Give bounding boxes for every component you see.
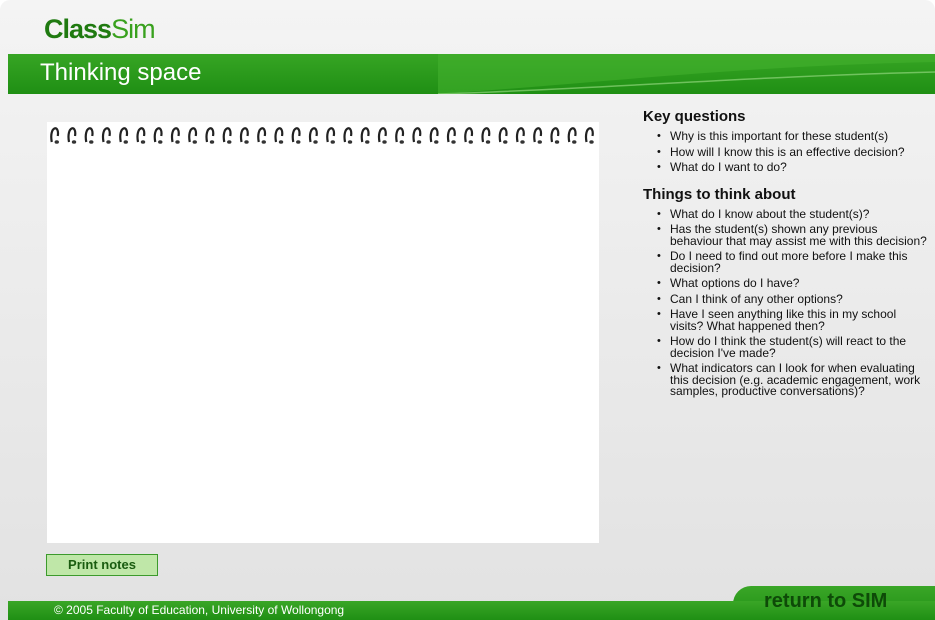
spiral-ring — [274, 127, 284, 144]
spiral-ring — [343, 127, 353, 144]
spiral-ring — [567, 127, 577, 144]
spiral-ring — [136, 127, 146, 144]
spiral-ring — [119, 127, 129, 144]
list-item: What indicators can I look for when eval… — [654, 362, 928, 398]
spiral-ring — [170, 127, 180, 144]
spiral-binding — [50, 127, 594, 144]
list-item: Why is this important for these student(… — [654, 130, 928, 143]
spiral-ring — [515, 127, 525, 144]
spiral-ring — [67, 127, 77, 144]
app-window: ClassSim Thinking space Print notes Key … — [0, 0, 935, 620]
spiral-ring — [498, 127, 508, 144]
spiral-ring — [395, 127, 405, 144]
spiral-ring — [291, 127, 301, 144]
spiral-ring — [222, 127, 232, 144]
spiral-ring — [308, 127, 318, 144]
notebook — [47, 122, 599, 543]
spiral-ring — [188, 127, 198, 144]
things-to-think-about-heading: Things to think about — [643, 185, 796, 203]
spiral-ring — [377, 127, 387, 144]
classsim-logo: ClassSim — [44, 14, 156, 45]
logo-bold-text: Class — [44, 14, 112, 44]
spiral-ring — [360, 127, 370, 144]
spiral-ring — [326, 127, 336, 144]
list-item: How will I know this is an effective dec… — [654, 146, 928, 159]
list-item: What do I know about the student(s)? — [654, 208, 928, 221]
spiral-ring — [533, 127, 543, 144]
list-item: How do I think the student(s) will react… — [654, 335, 928, 359]
copyright-text: © 2005 Faculty of Education, University … — [54, 603, 345, 617]
spiral-ring — [550, 127, 560, 144]
spiral-ring — [412, 127, 422, 144]
banner-swoosh-decoration — [438, 54, 935, 94]
print-notes-button[interactable]: Print notes — [46, 554, 158, 576]
spiral-ring — [446, 127, 456, 144]
spiral-ring — [429, 127, 439, 144]
guidance-sidebar: Key questions Why is this important for … — [643, 108, 928, 410]
spiral-ring — [50, 127, 60, 144]
list-item: Has the student(s) shown any previous be… — [654, 223, 928, 247]
list-item: What do I want to do? — [654, 161, 928, 174]
spiral-ring — [84, 127, 94, 144]
spiral-ring — [257, 127, 267, 144]
list-item: Have I seen anything like this in my sch… — [654, 308, 928, 332]
spiral-ring — [481, 127, 491, 144]
logo-thin-text: Sim — [111, 14, 155, 44]
spiral-ring — [101, 127, 111, 144]
spiral-ring — [584, 127, 594, 144]
key-questions-heading: Key questions — [643, 108, 746, 125]
things-to-think-about-list: What do I know about the student(s)? Has … — [643, 208, 928, 398]
spiral-ring — [239, 127, 249, 144]
return-to-sim-button[interactable]: return to SIM — [764, 590, 887, 613]
title-banner: Thinking space — [8, 54, 935, 94]
list-item: What options do I have? — [654, 277, 928, 290]
spiral-ring — [153, 127, 163, 144]
list-item: Can I think of any other options? — [654, 293, 928, 306]
key-questions-list: Why is this important for these student(… — [643, 130, 928, 174]
spiral-ring — [464, 127, 474, 144]
notes-textarea[interactable] — [47, 148, 599, 543]
spiral-ring — [205, 127, 215, 144]
list-item: Do I need to find out more before I make… — [654, 250, 928, 274]
page-title: Thinking space — [40, 59, 202, 86]
